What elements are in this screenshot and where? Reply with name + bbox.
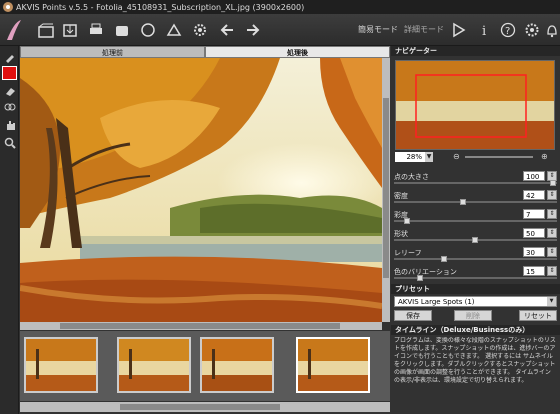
- param-label: 色のバリエーション: [394, 268, 457, 276]
- eraser-icon[interactable]: [2, 84, 17, 98]
- param-slider-thumb[interactable]: [417, 275, 423, 281]
- zoom-out-icon[interactable]: ⊖: [453, 152, 461, 162]
- zoom-in-icon[interactable]: ⊕: [541, 152, 549, 162]
- param-value-field[interactable]: 15: [523, 266, 545, 276]
- canvas-horizontal-scrollbar[interactable]: [20, 322, 382, 330]
- param-value-field[interactable]: 100: [523, 171, 545, 181]
- redo-icon[interactable]: [240, 18, 264, 42]
- presets-header: プリセット: [391, 284, 560, 294]
- param-row: 彩度 7 ⇕: [394, 209, 557, 224]
- print-icon[interactable]: [84, 18, 108, 42]
- left-toolbar: [0, 46, 19, 414]
- param-label: 形状: [394, 230, 408, 238]
- param-label: 点の大きさ: [394, 173, 429, 181]
- timeline-thumb[interactable]: [24, 337, 98, 393]
- param-slider-thumb[interactable]: [460, 199, 466, 205]
- zoom-dropdown-icon[interactable]: ▼: [425, 152, 433, 162]
- pointillism-autumn-image: [20, 58, 382, 322]
- zoom-icon[interactable]: [2, 136, 17, 150]
- param-slider-thumb[interactable]: [441, 256, 447, 262]
- preset-select[interactable]: AKVIS Large Spots (1): [394, 296, 557, 307]
- vertical-scroll-thumb[interactable]: [383, 98, 389, 278]
- batch-icon[interactable]: [136, 18, 160, 42]
- brush-logo-icon: [2, 18, 26, 42]
- param-slider[interactable]: [394, 182, 557, 184]
- view-tabs: 処理前 処理後: [20, 46, 390, 58]
- preset-dropdown-icon[interactable]: ▼: [547, 297, 556, 306]
- param-row: 密度 42 ⇕: [394, 190, 557, 205]
- navigator-header: ナビゲーター: [391, 46, 560, 56]
- preset-delete-button[interactable]: 削除: [454, 310, 492, 321]
- app-logo-icon: [3, 2, 13, 12]
- app-window: AKVIS Points v.5.5 - Fotolia_45108931_Su…: [0, 0, 560, 414]
- param-slider[interactable]: [394, 220, 557, 222]
- param-slider-thumb[interactable]: [404, 218, 410, 224]
- param-value-field[interactable]: 50: [523, 228, 545, 238]
- image-canvas[interactable]: [20, 58, 382, 322]
- param-row: レリーフ 30 ⇕: [394, 247, 557, 262]
- info-icon[interactable]: i: [472, 18, 496, 42]
- bell-icon[interactable]: [540, 18, 560, 42]
- param-slider[interactable]: [394, 258, 557, 260]
- timeline-help-text: プログラムは、変換の様々な段階のスナップショットのリストを作成します。スナップシ…: [394, 337, 557, 411]
- param-slider-thumb[interactable]: [472, 237, 478, 243]
- help-icon[interactable]: ?: [496, 18, 520, 42]
- save-icon[interactable]: [58, 18, 82, 42]
- param-slider[interactable]: [394, 201, 557, 203]
- param-value-field[interactable]: 7: [523, 209, 545, 219]
- eyedropper-icon[interactable]: [2, 50, 17, 64]
- param-value-field[interactable]: 42: [523, 190, 545, 200]
- settings-icon[interactable]: [188, 18, 212, 42]
- horizontal-scroll-thumb[interactable]: [60, 323, 340, 329]
- undo-icon[interactable]: [216, 18, 240, 42]
- param-label: 密度: [394, 192, 408, 200]
- param-row: 点の大きさ 100 ⇕: [394, 171, 557, 186]
- param-slider-thumb[interactable]: [550, 180, 556, 186]
- param-spinner[interactable]: ⇕: [547, 266, 557, 276]
- canvas-vertical-scrollbar[interactable]: [382, 58, 390, 322]
- advanced-mode-button[interactable]: 詳細モード: [404, 24, 444, 35]
- navigator-preview[interactable]: [395, 60, 555, 150]
- zoom-slider[interactable]: [465, 156, 533, 158]
- timeline-thumb[interactable]: [117, 337, 191, 393]
- svg-text:i: i: [482, 24, 486, 38]
- zoom-field[interactable]: 28%: [395, 152, 425, 162]
- timeline-filmstrip: [20, 331, 390, 401]
- param-row: 色のバリエーション 15 ⇕: [394, 266, 557, 281]
- settings-panel: ナビゲーター 28% ▼ ⊖ ⊕ 点の大きさ 100 ⇕ 密度 42 ⇕ 彩度 …: [391, 46, 560, 414]
- tab-before[interactable]: 処理前: [20, 46, 205, 58]
- param-label: レリーフ: [394, 249, 422, 257]
- share-icon[interactable]: [110, 18, 134, 42]
- tab-after[interactable]: 処理後: [205, 46, 390, 58]
- svg-text:?: ?: [505, 26, 510, 37]
- param-spinner[interactable]: ⇕: [547, 209, 557, 219]
- filmstrip-scrollbar[interactable]: [20, 402, 390, 412]
- hand-icon[interactable]: [2, 118, 17, 132]
- presets-icon[interactable]: [162, 18, 186, 42]
- timeline-header: タイムライン（Deluxe/Businessのみ）: [391, 325, 560, 335]
- param-value-field[interactable]: 30: [523, 247, 545, 257]
- filmstrip-scroll-thumb[interactable]: [120, 404, 280, 410]
- preset-save-button[interactable]: 保存: [394, 310, 432, 321]
- title-bar: AKVIS Points v.5.5 - Fotolia_45108931_Su…: [0, 0, 560, 14]
- param-spinner[interactable]: ⇕: [547, 228, 557, 238]
- timeline-thumb[interactable]: [200, 337, 274, 393]
- param-row: 形状 50 ⇕: [394, 228, 557, 243]
- run-icon[interactable]: [446, 18, 470, 42]
- open-icon[interactable]: [34, 18, 58, 42]
- preset-reset-button[interactable]: リセット: [519, 310, 557, 321]
- toolbar: 簡易モード 詳細モード i ?: [0, 14, 560, 46]
- param-spinner[interactable]: ⇕: [547, 247, 557, 257]
- param-spinner[interactable]: ⇕: [547, 190, 557, 200]
- recolor-icon[interactable]: [2, 100, 17, 114]
- color-swatch[interactable]: [2, 66, 17, 80]
- window-title: AKVIS Points v.5.5 - Fotolia_45108931_Su…: [16, 2, 305, 12]
- timeline-thumb-selected[interactable]: [296, 337, 370, 393]
- express-mode-button[interactable]: 簡易モード: [358, 24, 398, 35]
